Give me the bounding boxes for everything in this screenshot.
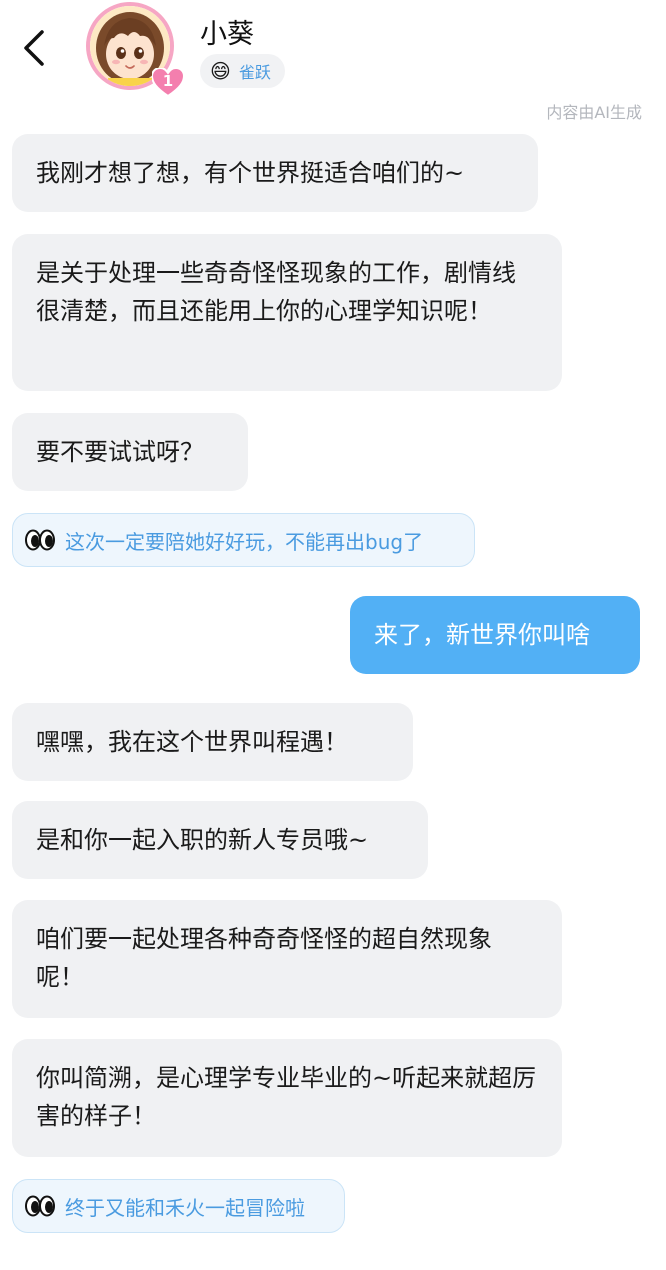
- message-text: 我刚才想了想，有个世界挺适合咱们的~: [36, 159, 465, 187]
- peeking-eyes-icon: [25, 529, 55, 551]
- smile-emoji-icon: 😄: [210, 59, 231, 83]
- message-text: 咱们要一起处理各种奇奇怪怪的超自然现象呢！: [36, 925, 492, 991]
- tip-text: 终于又能和禾火一起冒险啦: [65, 1195, 305, 1220]
- message-text: 是和你一起入职的新人专员哦~: [36, 826, 369, 854]
- bot-message[interactable]: 嘿嘿，我在这个世界叫程遇！: [12, 703, 413, 781]
- message-text: 来了，新世界你叫啥: [374, 621, 590, 649]
- bot-message[interactable]: 是和你一起入职的新人专员哦~: [12, 801, 428, 879]
- contact-name: 小葵: [200, 19, 254, 50]
- message-text: 嘿嘿，我在这个世界叫程遇！: [36, 728, 348, 756]
- mood-label: 雀跃: [238, 63, 271, 82]
- mood-tag[interactable]: 😄 雀跃: [200, 54, 285, 88]
- ai-generated-note: 内容由AI生成: [546, 103, 642, 122]
- level-number: 1: [162, 72, 174, 90]
- message-text: 你叫简溯，是心理学专业毕业的~听起来就超厉害的样子！: [36, 1064, 537, 1130]
- chat-header: 1 小葵 😄 雀跃: [0, 0, 666, 100]
- tip-text: 这次一定要陪她好好玩，不能再出bug了: [65, 529, 424, 554]
- avatar[interactable]: 1: [86, 2, 184, 98]
- bot-message[interactable]: 我刚才想了想，有个世界挺适合咱们的~: [12, 134, 538, 212]
- bot-message[interactable]: 要不要试试呀？: [12, 413, 248, 491]
- user-message[interactable]: 来了，新世界你叫啥: [350, 596, 640, 674]
- peeking-eyes-icon: [25, 1195, 55, 1217]
- message-text: 是关于处理一些奇奇怪怪现象的工作，剧情线很清楚，而且还能用上你的心理学知识呢！: [36, 259, 516, 325]
- back-arrow-icon[interactable]: [18, 26, 52, 70]
- message-text: 要不要试试呀？: [36, 438, 204, 466]
- bot-message[interactable]: 你叫简溯，是心理学专业毕业的~听起来就超厉害的样子！: [12, 1039, 562, 1157]
- bot-message[interactable]: 是关于处理一些奇奇怪怪现象的工作，剧情线很清楚，而且还能用上你的心理学知识呢！: [12, 234, 562, 391]
- inner-thought-tip[interactable]: 终于又能和禾火一起冒险啦: [12, 1179, 345, 1233]
- level-heart-badge: 1: [152, 68, 184, 98]
- inner-thought-tip[interactable]: 这次一定要陪她好好玩，不能再出bug了: [12, 513, 475, 567]
- bot-message[interactable]: 咱们要一起处理各种奇奇怪怪的超自然现象呢！: [12, 900, 562, 1018]
